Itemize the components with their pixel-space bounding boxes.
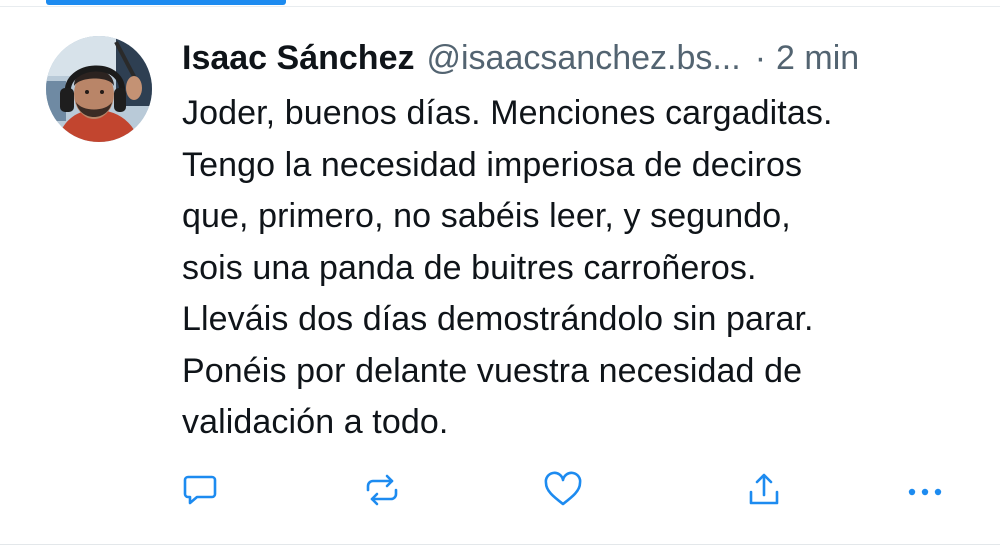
reply-icon	[183, 475, 217, 505]
like-button[interactable]	[539, 466, 587, 514]
tweet-text-line: validación a todo.	[182, 403, 449, 441]
reply-button[interactable]	[176, 466, 224, 514]
avatar[interactable]	[46, 36, 152, 142]
timestamp[interactable]: 2 min	[776, 34, 859, 82]
separator-dot: ·	[754, 39, 767, 77]
tweet-text-line: que, primero, no sabéis leer, y segundo,	[182, 197, 791, 235]
tweet-header: Isaac Sánchez @isaacsanchez.bs... · 2 mi…	[182, 34, 982, 82]
tweet-text-line: Joder, buenos días. Menciones cargaditas…	[182, 94, 833, 132]
tweet-text-line: Tengo la necesidad imperiosa de deciros	[182, 145, 803, 184]
tweet-text-line: Ponéis por delante vuestra necesidad de	[182, 351, 803, 390]
more-button[interactable]	[901, 466, 949, 514]
avatar-photo	[46, 36, 152, 142]
author-name[interactable]: Isaac Sánchez	[182, 34, 414, 82]
top-divider	[0, 6, 1000, 7]
tweet-text-line: Lleváis dos días demostrándolo sin parar…	[182, 300, 814, 338]
active-tab-indicator	[46, 0, 286, 5]
repost-icon	[366, 474, 398, 506]
tweet-actions	[0, 466, 1000, 514]
share-icon	[749, 473, 779, 505]
tweet[interactable]: Isaac Sánchez @isaacsanchez.bs... · 2 mi…	[182, 34, 982, 449]
share-button[interactable]	[740, 466, 788, 514]
bottom-divider	[0, 544, 1000, 545]
repost-button[interactable]	[358, 466, 406, 514]
tweet-text: Joder, buenos días. Menciones cargaditas…	[182, 88, 982, 449]
like-icon	[544, 471, 582, 506]
more-icon	[908, 488, 942, 496]
author-handle[interactable]: @isaacsanchez.bs...	[426, 34, 740, 82]
tweet-screen: Isaac Sánchez @isaacsanchez.bs... · 2 mi…	[0, 0, 1000, 550]
tweet-text-line: sois una panda de buitres carroñeros.	[182, 248, 757, 287]
